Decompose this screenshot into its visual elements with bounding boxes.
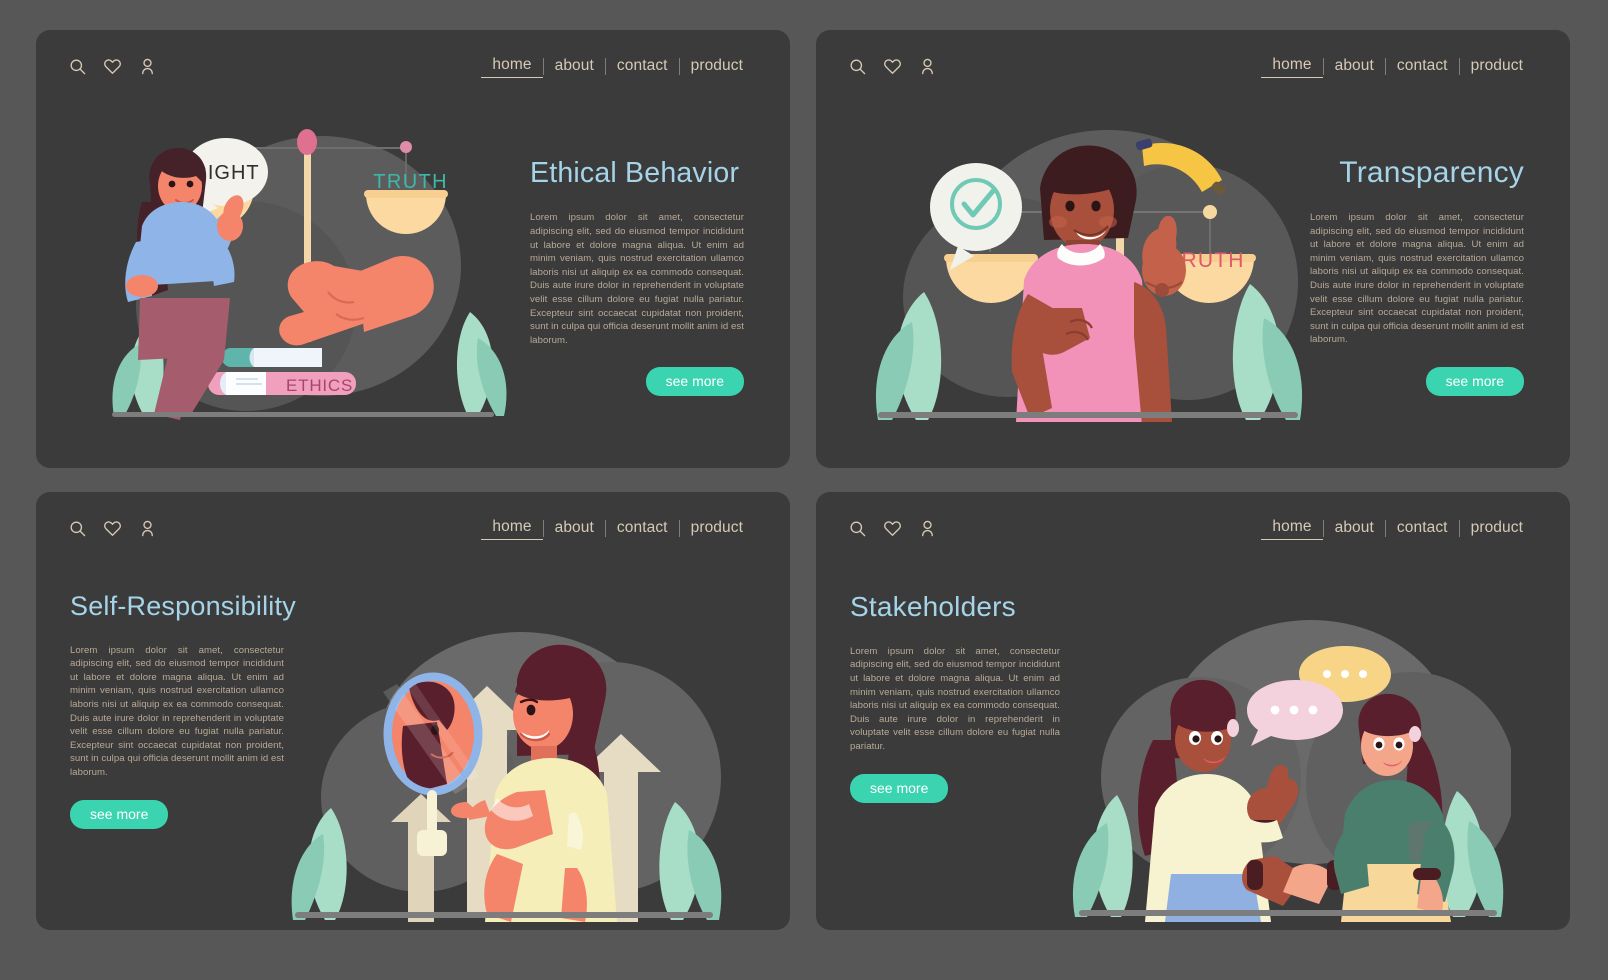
page-title: Transparency	[1339, 156, 1524, 189]
nav-link-group: home about contact product	[481, 517, 754, 540]
nav-link-contact[interactable]: contact	[1386, 518, 1459, 538]
book-label-ethics: ETHICS	[286, 376, 353, 395]
nav-link-about[interactable]: about	[1324, 56, 1385, 76]
nav-icon-group	[848, 57, 937, 76]
illustration-two-women-shaking-hands	[1061, 612, 1511, 922]
nav-link-about[interactable]: about	[544, 518, 605, 538]
heart-icon[interactable]	[103, 519, 122, 538]
see-more-button[interactable]: see more	[645, 367, 744, 397]
nav-divider	[1322, 57, 1324, 75]
panel-content: Stakeholders Lorem ipsum dolor sit amet,…	[850, 591, 1060, 803]
top-navigation: home about contact product	[816, 492, 1570, 564]
nav-divider	[604, 57, 606, 75]
nav-divider	[604, 519, 606, 537]
top-navigation: home about contact product	[36, 30, 790, 102]
body-paragraph: Lorem ipsum dolor sit amet, consectetur …	[70, 644, 284, 779]
user-icon[interactable]	[918, 57, 937, 76]
nav-divider	[1384, 519, 1386, 537]
nav-icon-group	[848, 519, 937, 538]
body-paragraph: Lorem ipsum dolor sit amet, consectetur …	[850, 645, 1060, 752]
nav-divider	[1458, 57, 1460, 75]
nav-link-group: home about contact product	[481, 55, 754, 78]
nav-link-product[interactable]: product	[1460, 56, 1534, 76]
user-icon[interactable]	[138, 57, 157, 76]
user-icon[interactable]	[918, 519, 937, 538]
search-icon[interactable]	[68, 57, 87, 76]
nav-link-home[interactable]: home	[1261, 55, 1323, 78]
illustration-woman-with-justice-scales: TRUTH RIGHT ETHICS	[96, 116, 516, 421]
panel-self-responsibility: home about contact product Self-Responsi…	[36, 492, 790, 930]
nav-icon-group	[68, 519, 157, 538]
search-icon[interactable]	[848, 519, 867, 538]
panel-content: Ethical Behavior Lorem ipsum dolor sit a…	[530, 157, 744, 397]
nav-link-about[interactable]: about	[1324, 518, 1385, 538]
heart-icon[interactable]	[103, 57, 122, 76]
panel-content: Self-Responsibility Lorem ipsum dolor si…	[70, 591, 296, 829]
top-navigation: home about contact product	[36, 492, 790, 564]
see-more-button[interactable]: see more	[850, 773, 949, 803]
page-title: Ethical Behavior	[530, 157, 740, 189]
search-icon[interactable]	[848, 57, 867, 76]
nav-link-contact[interactable]: contact	[606, 518, 679, 538]
panel-stakeholders: home about contact product Stakeholders …	[816, 492, 1570, 930]
nav-link-contact[interactable]: contact	[1386, 56, 1459, 76]
nav-divider	[1384, 57, 1386, 75]
user-icon[interactable]	[138, 519, 157, 538]
nav-icon-group	[68, 57, 157, 76]
nav-link-group: home about contact product	[1261, 55, 1534, 78]
nav-divider	[542, 519, 544, 537]
see-more-button[interactable]: see more	[1425, 366, 1524, 396]
nav-link-home[interactable]: home	[1261, 517, 1323, 540]
nav-link-about[interactable]: about	[544, 56, 605, 76]
see-more-button[interactable]: see more	[70, 799, 169, 829]
illustration-woman-with-mirror-and-arrows	[281, 622, 726, 922]
nav-divider	[1458, 519, 1460, 537]
panel-ethical-behavior: home about contact product TRUTH RIGHT E…	[36, 30, 790, 468]
nav-link-home[interactable]: home	[481, 517, 543, 540]
nav-link-product[interactable]: product	[680, 56, 754, 76]
page-title: Stakeholders	[850, 591, 1016, 622]
page-title: Self-Responsibility	[70, 591, 296, 621]
scale-label-truth: TRUTH	[373, 171, 448, 193]
nav-divider	[678, 57, 680, 75]
search-icon[interactable]	[68, 519, 87, 538]
nav-divider	[1322, 519, 1324, 537]
body-paragraph: Lorem ipsum dolor sit amet, consectetur …	[1310, 212, 1524, 346]
heart-icon[interactable]	[883, 519, 902, 538]
nav-link-product[interactable]: product	[1460, 518, 1534, 538]
nav-link-product[interactable]: product	[680, 518, 754, 538]
panel-transparency: home about contact product TRUTH Transpa…	[816, 30, 1570, 468]
body-paragraph: Lorem ipsum dolor sit amet, consectetur …	[530, 212, 744, 346]
illustration-man-with-hand-on-heart: TRUTH	[858, 112, 1318, 422]
nav-divider	[542, 57, 544, 75]
nav-link-contact[interactable]: contact	[606, 56, 679, 76]
nav-divider	[678, 519, 680, 537]
landing-page-set: home about contact product TRUTH RIGHT E…	[0, 0, 1608, 980]
nav-link-group: home about contact product	[1261, 517, 1534, 540]
top-navigation: home about contact product	[816, 30, 1570, 102]
heart-icon[interactable]	[883, 57, 902, 76]
panel-content: Transparency Lorem ipsum dolor sit amet,…	[1310, 156, 1524, 396]
nav-link-home[interactable]: home	[481, 55, 543, 78]
